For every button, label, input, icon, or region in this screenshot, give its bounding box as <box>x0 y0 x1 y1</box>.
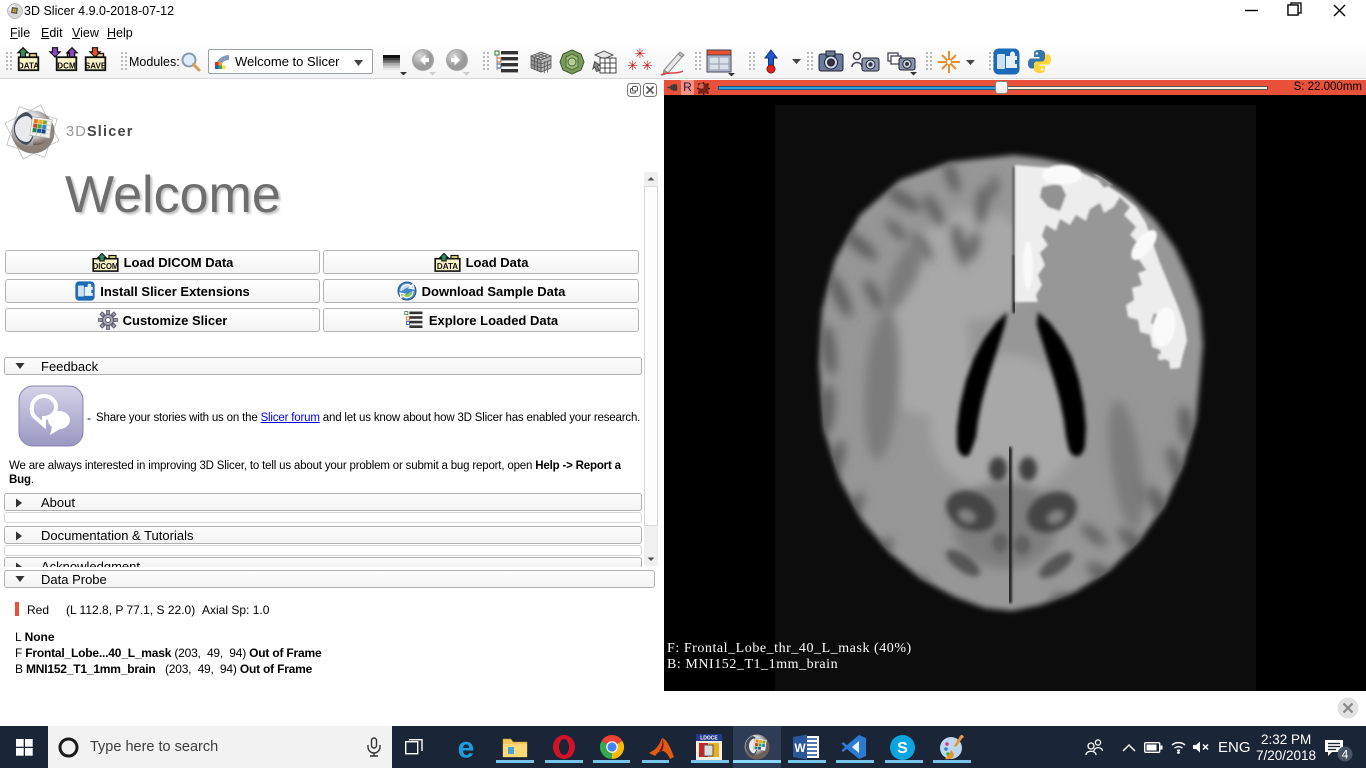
svg-text:LDOCE: LDOCE <box>700 736 718 742</box>
svg-text:DCM: DCM <box>57 60 75 70</box>
svg-text:S: S <box>897 740 908 757</box>
svg-text:B: MNI152_T1_1mm_brain: B: MNI152_T1_1mm_brain <box>667 657 838 672</box>
svg-text:SAVE: SAVE <box>85 60 107 70</box>
svg-text:4: 4 <box>1342 748 1349 762</box>
svg-text:e: e <box>458 733 475 761</box>
svg-text:F: Frontal_Lobe_thr_40_L_mask: F: Frontal_Lobe_thr_40_L_mask (40%) <box>667 641 912 656</box>
svg-text:DICOM: DICOM <box>92 261 118 270</box>
svg-text:W: W <box>794 741 806 755</box>
svg-text:DATA: DATA <box>18 60 39 70</box>
svg-text:DATA: DATA <box>437 260 458 270</box>
